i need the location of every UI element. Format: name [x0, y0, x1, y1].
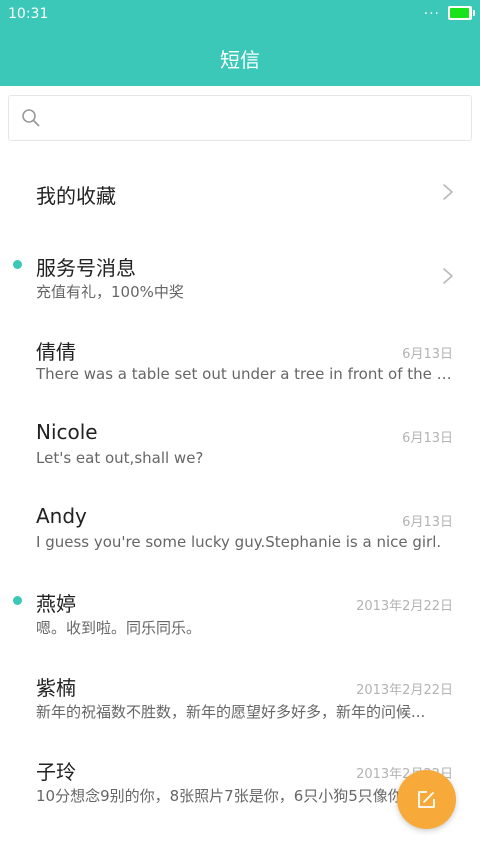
conversation-name: 紫楠 [36, 676, 76, 700]
conversation-date: 2013年2月22日 [356, 683, 453, 698]
search-icon [21, 108, 41, 128]
conversation-row[interactable]: Nicole 6月13日 Let's eat out,shall we? [0, 402, 480, 486]
chevron-right-icon [442, 183, 454, 201]
conversation-preview: 新年的祝福数不胜数，新年的愿望好多好多，新年的问候... [36, 703, 426, 721]
conversation-name: 子玲 [36, 760, 76, 784]
conversation-date: 6月13日 [402, 347, 453, 362]
conversation-row[interactable]: 倩倩 6月13日 There was a table set out under… [0, 318, 480, 402]
conversation-row[interactable]: Andy 6月13日 I guess you're some lucky guy… [0, 486, 480, 570]
battery-icon [448, 6, 475, 20]
conversation-row[interactable]: 紫楠 2013年2月22日 新年的祝福数不胜数，新年的愿望好多好多，新年的问候.… [0, 654, 480, 738]
chevron-right-icon [442, 267, 454, 285]
conversation-date: 6月13日 [402, 431, 453, 446]
conversation-name: 倩倩 [36, 340, 76, 364]
compose-icon [418, 791, 435, 808]
favorites-label: 我的收藏 [36, 184, 116, 208]
conversation-date: 2013年2月22日 [356, 599, 453, 614]
page-title: 短信 [220, 48, 260, 72]
service-messages-row[interactable]: 服务号消息 充值有礼，100%中奖 [0, 234, 480, 318]
status-time: 10:31 [8, 6, 49, 22]
conversation-preview: 嗯。收到啦。同乐同乐。 [36, 619, 202, 637]
conversation-preview: 充值有礼，100%中奖 [36, 283, 184, 301]
battery-cap [473, 10, 475, 16]
search-input[interactable] [49, 104, 461, 132]
status-dots: ... [423, 2, 440, 18]
conversation-preview: I guess you're some lucky guy.Stephanie … [36, 533, 442, 551]
conversation-date: 6月13日 [402, 515, 453, 530]
unread-dot [13, 260, 22, 269]
conversation-preview: 10分想念9别的你，8张照片7张是你，6只小狗5只像你 [36, 787, 403, 805]
conversation-preview: Let's eat out,shall we? [36, 449, 204, 467]
battery-fill [450, 8, 469, 18]
app-header: 10:31 ... 短信 [0, 0, 480, 86]
unread-dot [13, 596, 22, 605]
conversation-name: 服务号消息 [36, 256, 136, 280]
conversation-row[interactable]: 燕婷 2013年2月22日 嗯。收到啦。同乐同乐。 [0, 570, 480, 654]
compose-button[interactable] [397, 770, 456, 829]
conversation-preview: There was a table set out under a tree i… [36, 365, 454, 383]
favorites-row[interactable]: 我的收藏 [0, 150, 480, 234]
search-box[interactable] [8, 95, 472, 141]
conversation-name: Nicole [36, 420, 98, 444]
conversation-name: 燕婷 [36, 592, 76, 616]
conversation-name: Andy [36, 504, 87, 528]
